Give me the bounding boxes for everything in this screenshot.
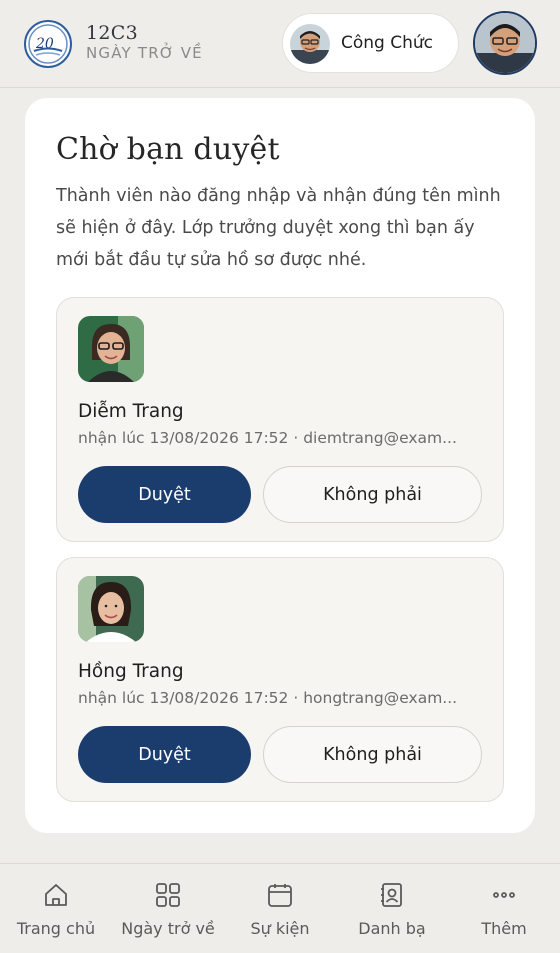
nav-item-more[interactable]: Thêm <box>458 864 550 953</box>
user-name: Công Chức <box>341 33 434 53</box>
approve-button[interactable]: Duyệt <box>78 466 251 523</box>
user-switcher-pill[interactable]: Công Chức <box>282 13 459 73</box>
brand-title: 12C3 <box>86 22 139 44</box>
card-title: Chờ bạn duyệt <box>56 132 280 167</box>
member-photo <box>78 576 144 642</box>
nav-label: Trang chủ <box>16 919 96 938</box>
nav-label: Thêm <box>481 919 527 938</box>
nav-item-reunion[interactable]: Ngày trở về <box>112 864 224 953</box>
bottom-navigation: Trang chủ Ngày trở về Sự kiện Danh bạ Th… <box>0 863 560 953</box>
nav-item-home[interactable]: Trang chủ <box>6 864 106 953</box>
pending-member-card: Diễm Trang nhận lúc 13/08/2026 17:52 · d… <box>56 297 504 542</box>
brand-subtitle: NGÀY TRỞ VỀ <box>86 44 203 62</box>
pending-approvals-card: Chờ bạn duyệt Thành viên nào đăng nhập v… <box>25 98 535 833</box>
member-name: Diễm Trang <box>78 401 184 422</box>
app-screen: 20 12C3 NGÀY TRỞ VỀ Công Chức Chờ bạn du… <box>0 0 560 953</box>
more-icon <box>493 892 515 898</box>
contacts-icon <box>381 883 402 907</box>
calendar-icon <box>268 884 292 907</box>
grid-icon <box>156 883 180 907</box>
member-photo <box>78 316 144 382</box>
member-name: Hồng Trang <box>78 661 184 682</box>
nav-item-events[interactable]: Sự kiện <box>234 864 326 953</box>
nav-label: Sự kiện <box>250 919 310 938</box>
user-avatar-small <box>290 24 330 64</box>
home-icon <box>45 884 67 906</box>
reject-button[interactable]: Không phải <box>263 466 482 523</box>
nav-label: Ngày trở về <box>121 919 215 938</box>
pending-member-card: Hồng Trang nhận lúc 13/08/2026 17:52 · h… <box>56 557 504 802</box>
member-claim-meta: nhận lúc 13/08/2026 17:52 · hongtrang@ex… <box>78 689 458 707</box>
member-claim-meta: nhận lúc 13/08/2026 17:52 · diemtrang@ex… <box>78 429 457 447</box>
profile-avatar[interactable] <box>473 11 537 75</box>
nav-item-contacts[interactable]: Danh bạ <box>346 864 438 953</box>
class-logo-icon[interactable]: 20 <box>24 20 72 68</box>
top-bar: 20 12C3 NGÀY TRỞ VỀ Công Chức <box>0 0 560 88</box>
reject-button[interactable]: Không phải <box>263 726 482 783</box>
approve-button[interactable]: Duyệt <box>78 726 251 783</box>
card-description: Thành viên nào đăng nhập và nhận đúng tê… <box>56 186 501 270</box>
nav-label: Danh bạ <box>358 919 426 938</box>
